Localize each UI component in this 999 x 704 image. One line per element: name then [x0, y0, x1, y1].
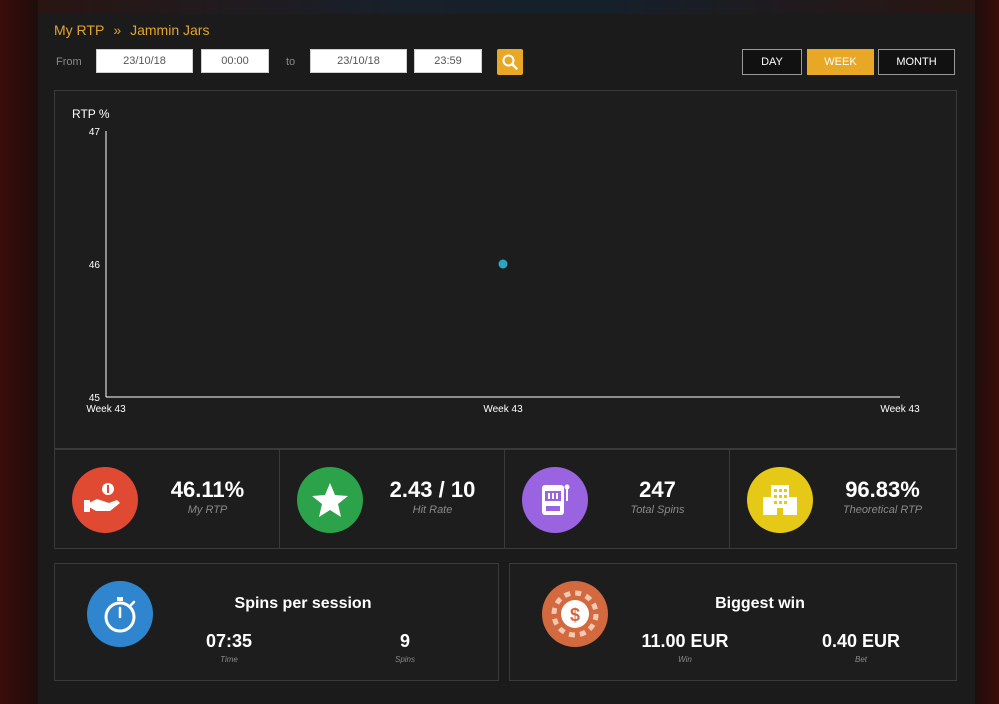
- stat-total-spins: 247 Total Spins: [505, 450, 730, 548]
- biggest-bet-label: Bet: [854, 655, 867, 664]
- to-time-input[interactable]: 23:59: [414, 49, 482, 73]
- breadcrumb: My RTP » Jammin Jars: [54, 22, 209, 38]
- casino-chip-icon: $: [551, 590, 599, 638]
- stat-value: 96.83%: [845, 477, 920, 502]
- card-title: Biggest win: [715, 595, 805, 612]
- background-left: [0, 0, 38, 704]
- card-title: Spins per session: [234, 595, 372, 612]
- chart-y-tick-label: 46: [89, 260, 101, 271]
- chart-y-tick-label: 45: [89, 393, 101, 404]
- session-time-label: Time: [220, 655, 238, 664]
- session-time-value: 07:35: [205, 631, 253, 651]
- stat-value: 247: [639, 477, 676, 502]
- chart-y-axis-label: RTP %: [72, 107, 110, 121]
- from-label: From: [56, 56, 82, 68]
- session-spins-label: Spins: [394, 655, 415, 664]
- to-date-input[interactable]: 23/10/18: [310, 49, 407, 73]
- from-date-input[interactable]: 23/10/18: [96, 49, 193, 73]
- breadcrumb-root[interactable]: My RTP: [54, 22, 104, 38]
- stopwatch-icon: [104, 597, 136, 633]
- from-time-input[interactable]: 00:00: [201, 49, 269, 73]
- biggest-win-card: $ Biggest win 11.00 EUR Win 0.40 EUR Bet: [509, 563, 957, 681]
- spins-per-session-card: Spins per session 07:35 Time 9 Spins: [54, 563, 499, 681]
- search-icon: [502, 54, 518, 70]
- session-spins-value: 9: [399, 631, 410, 651]
- chart-data-point[interactable]: [498, 259, 508, 269]
- breadcrumb-current: Jammin Jars: [130, 22, 210, 38]
- stat-caption: Hit Rate: [412, 504, 453, 516]
- chart-y-tick-label: 47: [89, 127, 101, 138]
- stat-value: 46.11%: [170, 477, 245, 502]
- card-icon-circle: $: [542, 581, 608, 647]
- slot-machine-icon: [542, 484, 570, 515]
- svg-text:$: $: [570, 605, 580, 625]
- stat-caption: Theoretical RTP: [842, 504, 923, 516]
- search-button[interactable]: [497, 49, 523, 75]
- stat-icon-circle: [297, 467, 363, 533]
- stat-value: 2.43 / 10: [389, 477, 476, 502]
- stat-my-rtp: 46.11% My RTP: [55, 450, 280, 548]
- period-week-button[interactable]: WEEK: [807, 49, 874, 75]
- rtp-chart: RTP % 45 46 47 Week 43 Week 43 Week 43: [72, 107, 920, 415]
- stat-caption: My RTP: [187, 504, 228, 516]
- biggest-win-label: Win: [678, 655, 692, 664]
- building-icon: [763, 485, 797, 515]
- period-day-button[interactable]: DAY: [742, 49, 802, 75]
- period-month-button[interactable]: MONTH: [878, 49, 955, 75]
- breadcrumb-separator: »: [113, 22, 122, 38]
- star-icon: [312, 483, 348, 517]
- biggest-bet-value: 0.40 EUR: [821, 631, 901, 651]
- background-top: [0, 0, 999, 14]
- chart-x-tick-label: Week 43: [86, 404, 126, 415]
- stat-theoretical-rtp: 96.83% Theoretical RTP: [730, 450, 956, 548]
- stat-icon-circle: [522, 467, 588, 533]
- rtp-chart-container: RTP % 45 46 47 Week 43 Week 43 Week 43: [54, 90, 957, 449]
- stat-icon-circle: [747, 467, 813, 533]
- stat-hit-rate: 2.43 / 10 Hit Rate: [280, 450, 505, 548]
- card-icon-circle: [87, 581, 153, 647]
- chart-x-tick-label: Week 43: [880, 404, 920, 415]
- chart-x-tick-label: Week 43: [483, 404, 523, 415]
- stats-row: 46.11% My RTP 2.43 / 10 Hit Rate 247 Tot…: [54, 449, 957, 549]
- to-label: to: [286, 56, 296, 68]
- stat-icon-circle: [72, 467, 138, 533]
- biggest-win-value: 11.00 EUR: [641, 631, 729, 651]
- background-right: [975, 0, 999, 704]
- hand-coin-icon: [84, 483, 120, 512]
- stat-caption: Total Spins: [630, 504, 685, 516]
